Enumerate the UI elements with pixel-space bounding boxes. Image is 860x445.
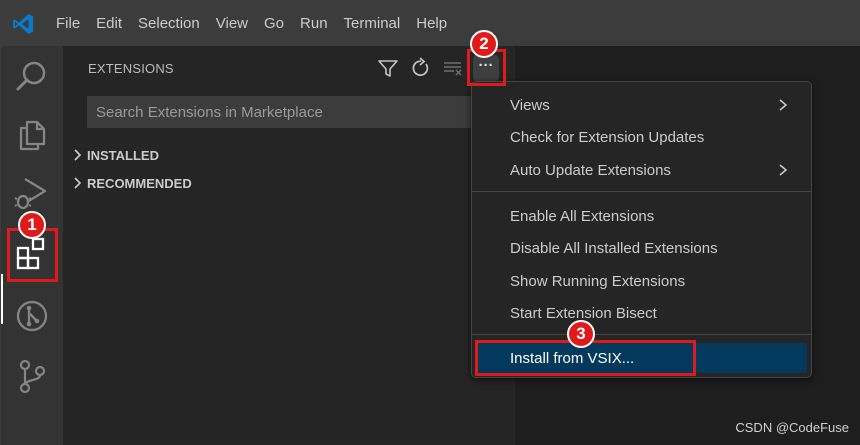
menu-item-enable-all[interactable]: Enable All Extensions [476,201,807,231]
menu-item-show-running[interactable]: Show Running Extensions [476,266,807,296]
search-icon[interactable] [13,58,51,96]
run-debug-icon[interactable] [13,174,51,212]
menu-selection[interactable]: Selection [130,1,208,46]
source-control-icon[interactable] [13,357,51,395]
clear-results-icon[interactable] [441,56,465,80]
watermark: CSDN @CodeFuse [735,420,849,435]
menu-run[interactable]: Run [292,1,336,46]
chevron-right-icon [74,177,82,189]
chevron-right-icon [74,149,82,161]
sidebar-title: EXTENSIONS [88,61,174,76]
menu-item-disable-all[interactable]: Disable All Installed Extensions [476,233,807,263]
menu-item-label: Auto Update Extensions [510,161,671,179]
extensions-sidebar: EXTENSIONS ··· INSTALLED RECOMMENDED [63,46,515,445]
menu-item-start-bisect[interactable]: Start Extension Bisect [476,298,807,328]
filter-icon[interactable] [376,56,400,80]
active-view-indicator [1,274,3,324]
annotation-badge-1: 1 [18,211,46,239]
remote-explorer-icon[interactable] [13,297,51,335]
menu-item-check-updates[interactable]: Check for Extension Updates [476,122,807,152]
menu-go[interactable]: Go [256,1,292,46]
menu-bar: File Edit Selection View Go Run Terminal… [48,1,455,46]
menu-item-label: Enable All Extensions [510,207,655,225]
menu-help[interactable]: Help [408,1,455,46]
chevron-right-icon [779,99,788,111]
section-recommended[interactable]: RECOMMENDED [69,172,192,194]
menu-item-auto-update[interactable]: Auto Update Extensions [476,155,807,185]
menu-view[interactable]: View [208,1,256,46]
chevron-right-icon [779,164,788,176]
annotation-badge-2: 2 [470,30,498,58]
annotation-badge-3: 3 [567,320,595,348]
explorer-files-icon[interactable] [13,116,51,154]
section-installed-label: INSTALLED [87,147,159,163]
title-bar: File Edit Selection View Go Run Terminal… [1,1,860,46]
vscode-logo-icon [13,14,33,34]
menu-item-label: Views [510,96,550,114]
menu-terminal[interactable]: Terminal [336,1,409,46]
menu-item-label: Check for Extension Updates [510,128,705,146]
menu-separator [472,191,811,192]
more-actions-menu: Views Check for Extension Updates Auto U… [471,81,812,378]
menu-item-label: Start Extension Bisect [510,304,657,322]
section-installed[interactable]: INSTALLED [69,144,159,166]
menu-separator [472,334,811,335]
app-window: File Edit Selection View Go Run Terminal… [0,0,860,445]
menu-item-label: Disable All Installed Extensions [510,239,718,257]
menu-item-label: Show Running Extensions [510,272,686,290]
menu-file[interactable]: File [48,1,88,46]
search-input[interactable] [87,96,487,128]
menu-item-views[interactable]: Views [476,90,807,120]
section-recommended-label: RECOMMENDED [87,175,192,191]
menu-edit[interactable]: Edit [88,1,130,46]
refresh-icon[interactable] [408,56,432,80]
